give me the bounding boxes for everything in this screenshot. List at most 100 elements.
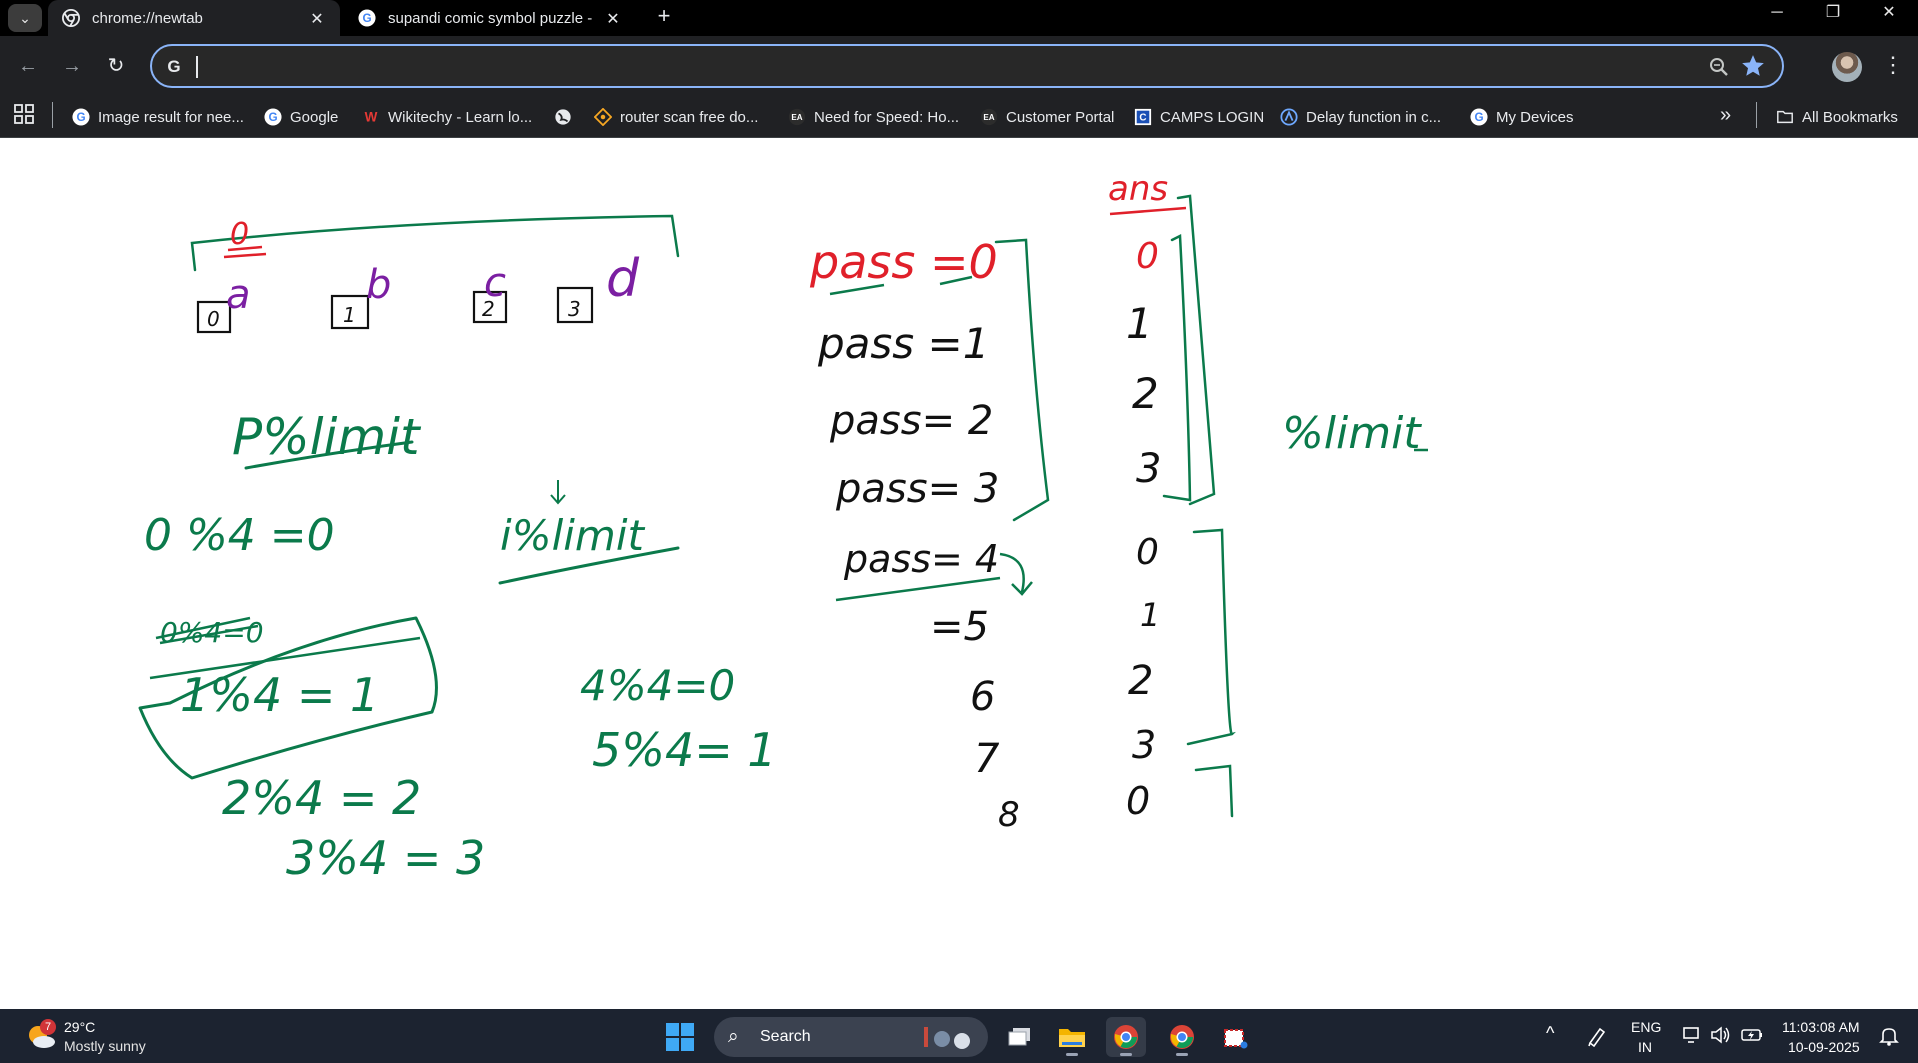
- camps-icon: C: [1134, 108, 1152, 126]
- svg-text:G: G: [167, 57, 180, 76]
- bookmark-google[interactable]: G Google: [264, 106, 338, 128]
- ea-icon: EA: [788, 108, 806, 126]
- restore-icon: ❐: [1825, 4, 1841, 21]
- bookmark-label: Need for Speed: Ho...: [814, 108, 960, 126]
- volume-icon[interactable]: [1710, 1025, 1732, 1045]
- chevron-down-icon: ⌄: [19, 9, 31, 26]
- clock-time[interactable]: 11:03:08 AM: [1782, 1019, 1860, 1035]
- google-icon: G: [167, 57, 180, 76]
- all-bookmarks-button[interactable]: All Bookmarks: [1776, 106, 1898, 128]
- windows-start-icon[interactable]: [664, 1021, 696, 1053]
- google-icon: G: [1470, 108, 1488, 126]
- bookmark-customer-portal[interactable]: EA Customer Portal: [980, 106, 1114, 128]
- close-icon[interactable]: ✕: [308, 9, 326, 29]
- profile-avatar[interactable]: [1832, 52, 1862, 82]
- bookmark-image-result[interactable]: G Image result for nee...: [72, 106, 244, 128]
- weather-description[interactable]: Mostly sunny: [64, 1038, 146, 1054]
- restore-button[interactable]: ❐: [1810, 0, 1856, 28]
- ink-ans-5: 1: [1140, 596, 1160, 634]
- ink-box-index-1: 1: [343, 303, 356, 327]
- apps-grid-icon[interactable]: [14, 104, 34, 124]
- notification-bell-icon[interactable]: [1878, 1025, 1900, 1047]
- chrome-menu-button[interactable]: ⋮: [1882, 50, 1904, 82]
- close-window-button[interactable]: ✕: [1866, 0, 1912, 28]
- ink-pass-bracket: [994, 238, 1050, 522]
- battery-icon[interactable]: [1740, 1025, 1764, 1045]
- taskbar-chrome-1[interactable]: [1106, 1017, 1146, 1057]
- ink-pass-3: pass= 3: [835, 466, 999, 512]
- ink-ans-2: 2: [1132, 369, 1159, 418]
- bookmark-label: Image result for nee...: [98, 108, 244, 126]
- tab-supandi[interactable]: G supandi comic symbol puzzle - ✕: [344, 0, 636, 36]
- tab-title: supandi comic symbol puzzle -: [388, 9, 593, 27]
- bookmarks-overflow-button[interactable]: »: [1720, 104, 1731, 126]
- globe-icon: [555, 109, 571, 125]
- ink-strike-line: 0%4=0: [160, 616, 264, 649]
- bookmark-label: Wikitechy - Learn lo...: [388, 108, 533, 126]
- taskbar-chrome-2[interactable]: [1162, 1017, 1202, 1057]
- close-icon[interactable]: ✕: [604, 9, 622, 29]
- bookmarks-separator: [52, 102, 53, 128]
- taskbar-file-explorer[interactable]: [1052, 1017, 1092, 1057]
- address-bar[interactable]: G: [150, 44, 1784, 88]
- language-indicator[interactable]: ENG: [1631, 1019, 1661, 1035]
- taskbar-snipping-tool[interactable]: [1216, 1017, 1256, 1057]
- ink-pass-2: pass= 2: [829, 398, 993, 444]
- bookmark-need-for-speed[interactable]: EA Need for Speed: Ho...: [788, 106, 959, 128]
- google-icon: G: [264, 108, 282, 126]
- arrow-left-icon: ←: [18, 55, 38, 77]
- ink-mod-limit-right: %limit: [1282, 408, 1422, 459]
- back-button[interactable]: ←: [12, 50, 44, 82]
- ink-pass-4: pass= 4: [843, 537, 999, 581]
- clock-date[interactable]: 10-09-2025: [1788, 1039, 1860, 1055]
- close-icon: ✕: [1882, 4, 1896, 21]
- folder-icon: [1059, 1029, 1085, 1047]
- bookmark-label: router scan free do...: [620, 108, 759, 126]
- bookmark-camps-login[interactable]: C CAMPS LOGIN: [1134, 106, 1264, 128]
- tab-newtab[interactable]: chrome://newtab ✕: [48, 0, 340, 36]
- arrow-right-icon: →: [62, 55, 82, 77]
- screen: ⌄ chrome://newtab ✕ G supandi comic symb…: [0, 0, 1918, 1063]
- bookmark-my-devices[interactable]: G My Devices: [1470, 106, 1574, 128]
- forward-button[interactable]: →: [56, 50, 88, 82]
- ink-down-arrow: [550, 480, 566, 505]
- ink-ans-6: 2: [1128, 658, 1153, 704]
- language-region[interactable]: IN: [1638, 1039, 1652, 1055]
- bookmark-wikitechy[interactable]: W Wikitechy - Learn lo...: [362, 106, 533, 128]
- zoom-icon[interactable]: [1708, 56, 1730, 78]
- svg-text:W: W: [365, 110, 378, 125]
- address-input[interactable]: [202, 54, 1602, 80]
- new-tab-button[interactable]: +: [650, 2, 678, 30]
- pen-icon[interactable]: [1586, 1025, 1608, 1047]
- ink-letter-a: a: [226, 272, 251, 318]
- ink-letter-d: d: [606, 249, 640, 309]
- google-icon: G: [358, 9, 376, 27]
- svg-text:EA: EA: [983, 113, 994, 122]
- ink-eq5: =5: [930, 604, 989, 650]
- network-icon[interactable]: [1682, 1025, 1702, 1045]
- bookmarks-separator: [1756, 102, 1757, 128]
- running-indicator: [1176, 1053, 1188, 1056]
- bookmark-star-icon[interactable]: [1740, 52, 1766, 80]
- bookmark-delay-function[interactable]: Delay function in c...: [1280, 106, 1441, 128]
- bookmark-router-scan[interactable]: router scan free do...: [594, 106, 758, 128]
- text-caret: [196, 56, 198, 78]
- ink-two-mod: 2%4 = 2: [222, 771, 421, 825]
- svg-text:G: G: [1474, 111, 1483, 124]
- minimize-button[interactable]: ─: [1754, 0, 1800, 28]
- bookmark-globe[interactable]: [554, 106, 580, 128]
- taskbar-task-view[interactable]: [1000, 1017, 1040, 1057]
- ink-ans-bracket-1: [1162, 194, 1216, 506]
- whiteboard-canvas[interactable]: 0 0 1 2 3 a b c d P%limit 0 %4 =0 i%limi…: [0, 138, 1918, 1009]
- ink-ans-1: 1: [1126, 299, 1153, 348]
- svg-text:C: C: [1139, 113, 1146, 124]
- taskbar-search-box[interactable]: ⌕ Search: [714, 1017, 988, 1057]
- snipping-tool-icon: [1224, 1029, 1248, 1049]
- svg-text:G: G: [76, 111, 85, 124]
- tab-search-button[interactable]: ⌄: [8, 4, 42, 32]
- tab-strip: ⌄ chrome://newtab ✕ G supandi comic symb…: [0, 0, 1918, 36]
- tray-chevron-icon[interactable]: ^: [1546, 1023, 1554, 1044]
- reload-button[interactable]: ↻: [100, 50, 132, 82]
- weather-temperature[interactable]: 29°C: [64, 1019, 95, 1035]
- ink-p-mod-limit: P%limit: [232, 408, 422, 466]
